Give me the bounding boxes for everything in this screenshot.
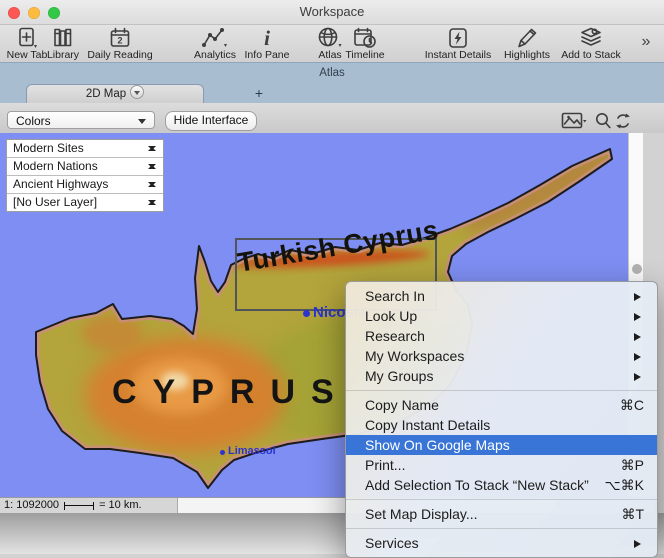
menu-item-set-map-display[interactable]: Set Map Display...⌘T xyxy=(346,504,657,524)
menu-item-copy-name[interactable]: Copy Name⌘C xyxy=(346,395,657,415)
svg-text:i: i xyxy=(264,27,270,49)
submenu-arrow-icon xyxy=(634,373,645,381)
add-to-stack-button[interactable]: Add to Stack xyxy=(548,26,634,62)
city-dot-nicosia xyxy=(303,310,310,317)
stepper-arrows-icon xyxy=(148,161,156,172)
colors-dropdown-value: Colors xyxy=(16,114,51,128)
city-dot-limassol xyxy=(220,450,225,455)
country-label-cyprus: CYPRUS xyxy=(112,373,350,412)
stepper-arrows-icon xyxy=(148,179,156,190)
view-options-bar: Colors Hide Interface xyxy=(0,103,664,134)
menu-item-show-on-google-maps[interactable]: Show On Google Maps xyxy=(346,435,657,455)
stepper-arrows-icon xyxy=(148,143,156,154)
window-title: Workspace xyxy=(0,4,664,19)
atlas-bar-title: Atlas xyxy=(0,67,664,79)
search-icon[interactable] xyxy=(594,112,612,130)
tab-label: 2D Map xyxy=(86,88,126,100)
menu-item-research[interactable]: Research xyxy=(346,326,657,346)
scale-ratio: 1: 1092000 xyxy=(4,498,59,513)
tab-2d-map[interactable]: 2D Map xyxy=(26,84,204,103)
submenu-arrow-icon xyxy=(634,540,645,548)
daily-reading-button[interactable]: 2 Daily Reading xyxy=(77,26,163,62)
map-image-export-button[interactable] xyxy=(561,112,587,130)
menu-item-my-workspaces[interactable]: My Workspaces xyxy=(346,346,657,366)
scale-legend: = 10 km. xyxy=(99,498,142,513)
daily-reading-icon: 2 xyxy=(77,27,163,50)
menu-item-search-in[interactable]: Search In xyxy=(346,286,657,306)
stepper-arrows-icon xyxy=(148,197,156,208)
new-tab-plus-button[interactable]: + xyxy=(250,84,268,102)
menu-item-print[interactable]: Print...⌘P xyxy=(346,455,657,475)
layer-select-1[interactable]: Modern Sites xyxy=(7,140,163,158)
screen: { "window": { "title": "Workspace" }, "t… xyxy=(0,0,664,554)
layer-select-3[interactable]: Ancient Highways xyxy=(7,176,163,194)
scale-bar-icon xyxy=(64,502,94,510)
menu-item-copy-instant-details[interactable]: Copy Instant Details xyxy=(346,415,657,435)
chevron-down-icon xyxy=(138,119,146,128)
toolbar-label: Timeline xyxy=(322,50,408,61)
menu-item-my-groups[interactable]: My Groups xyxy=(346,366,657,386)
timeline-icon xyxy=(322,27,408,50)
tab-bar: 2D Map + xyxy=(0,84,664,103)
map-scale-readout: 1: 1092000 = 10 km. xyxy=(0,498,178,513)
menu-separator xyxy=(346,528,657,529)
submenu-arrow-icon xyxy=(634,333,645,341)
context-menu: Search In Look Up Research My Workspaces… xyxy=(345,281,658,558)
menu-separator xyxy=(346,390,657,391)
shortcut: ⌘T xyxy=(621,504,644,524)
hide-interface-button[interactable]: Hide Interface xyxy=(165,111,257,131)
toolbar-label: Add to Stack xyxy=(548,50,634,61)
shortcut: ⌘P xyxy=(621,455,644,475)
submenu-arrow-icon xyxy=(634,293,645,301)
main-toolbar: New Tab Library 2 Daily Reading Analytic… xyxy=(0,25,664,63)
scrollbar-thumb[interactable] xyxy=(632,264,642,274)
refresh-cycle-icon[interactable] xyxy=(612,112,634,130)
layer-select-2[interactable]: Modern Nations xyxy=(7,158,163,176)
toolbar-overflow-chevron-icon[interactable]: » xyxy=(636,33,656,51)
colors-dropdown[interactable]: Colors xyxy=(7,111,155,129)
timeline-button[interactable]: Timeline xyxy=(322,26,408,62)
toolbar-label: Daily Reading xyxy=(77,50,163,61)
shortcut: ⌘C xyxy=(620,395,644,415)
menu-item-services[interactable]: Services xyxy=(346,533,657,553)
atlas-bar: Atlas xyxy=(0,62,664,85)
add-to-stack-icon xyxy=(548,27,634,50)
menu-item-add-selection-to-stack[interactable]: Add Selection To Stack “New Stack”⌥⌘K xyxy=(346,475,657,495)
submenu-arrow-icon xyxy=(634,313,645,321)
svg-text:2: 2 xyxy=(117,36,122,46)
layer-select-4[interactable]: [No User Layer] xyxy=(7,194,163,211)
menu-separator xyxy=(346,499,657,500)
shortcut: ⌥⌘K xyxy=(605,475,644,495)
tab-dropdown-icon[interactable] xyxy=(130,85,144,99)
title-bar: Workspace xyxy=(0,0,664,25)
city-label-limassol: Limassol xyxy=(228,445,276,457)
layer-selector-panel: Modern Sites Modern Nations Ancient High… xyxy=(6,139,164,212)
menu-item-look-up[interactable]: Look Up xyxy=(346,306,657,326)
submenu-arrow-icon xyxy=(634,353,645,361)
